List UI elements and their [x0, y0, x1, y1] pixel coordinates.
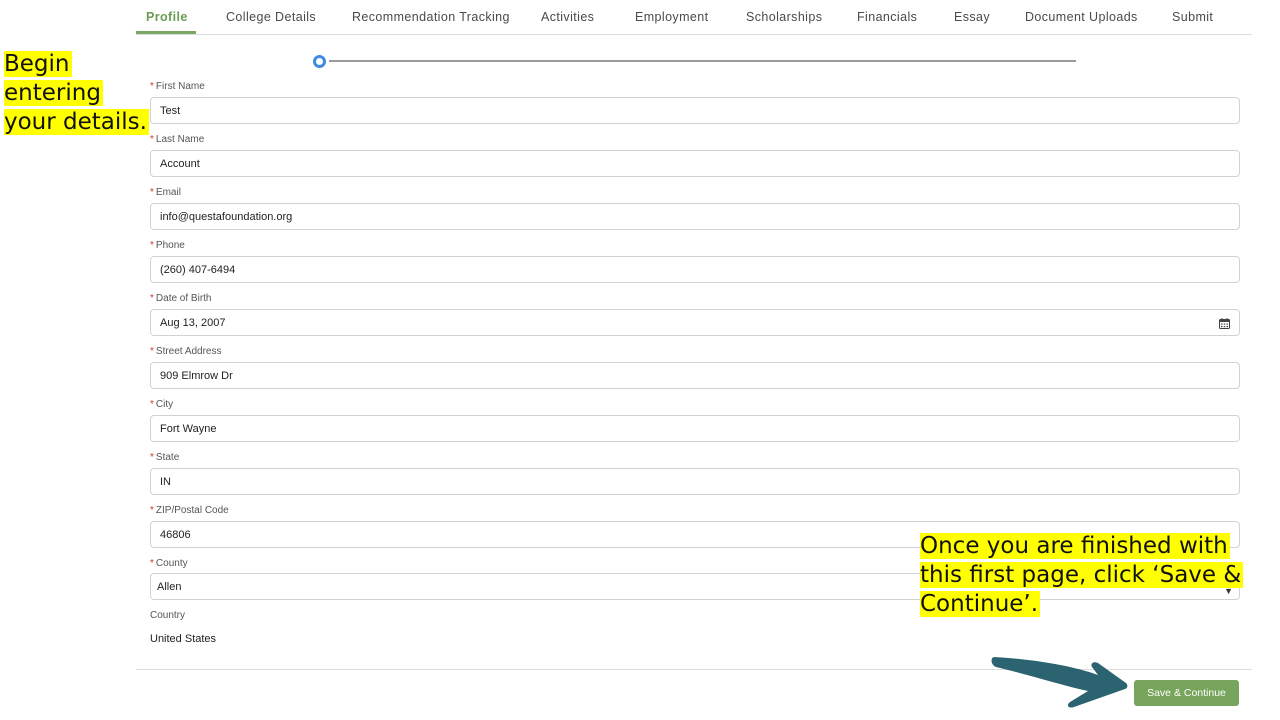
zip-label: * ZIP/Postal Code: [150, 505, 229, 516]
callout-line: Begin: [4, 51, 72, 77]
tab-submit[interactable]: Submit: [1172, 10, 1213, 24]
tab-bar: Profile College Details Recommendation T…: [136, 0, 1252, 35]
application-page: Profile College Details Recommendation T…: [0, 0, 1280, 720]
callout-line: entering: [4, 80, 103, 106]
tab-college-details[interactable]: College Details: [226, 10, 316, 24]
arrow-pointer-icon: [991, 657, 1128, 708]
progress-track: [329, 60, 1076, 62]
tab-scholarships[interactable]: Scholarships: [746, 10, 822, 24]
street-address-field[interactable]: 909 Elmrow Dr: [150, 362, 1240, 389]
callout-line: your details.: [4, 109, 149, 135]
email-label: * Email: [150, 187, 181, 198]
city-label: * City: [150, 399, 174, 410]
state-field[interactable]: IN: [150, 468, 1240, 495]
county-label: * County: [150, 558, 188, 569]
last-name-field[interactable]: Account: [150, 150, 1240, 177]
tab-financials[interactable]: Financials: [857, 10, 917, 24]
phone-field[interactable]: (260) 407-6494: [150, 256, 1240, 283]
date-of-birth-value: Aug 13, 2007: [160, 317, 226, 329]
save-continue-button[interactable]: Save & Continue: [1134, 680, 1239, 706]
date-of-birth-field[interactable]: Aug 13, 2007: [150, 309, 1240, 336]
callout-line: this first page, click ‘Save &: [920, 562, 1244, 588]
first-name-label: * First Name: [150, 81, 205, 92]
callout-begin-entering: Begin entering your details.: [4, 50, 154, 137]
phone-label: * Phone: [150, 240, 185, 251]
active-tab-indicator: [136, 31, 196, 34]
street-address-label: * Street Address: [150, 346, 222, 357]
progress-step-marker: [313, 55, 326, 68]
tab-document-uploads[interactable]: Document Uploads: [1025, 10, 1138, 24]
calendar-icon[interactable]: [1219, 318, 1230, 329]
tab-essay[interactable]: Essay: [954, 10, 990, 24]
tab-activities[interactable]: Activities: [541, 10, 594, 24]
email-field[interactable]: info@questafoundation.org: [150, 203, 1240, 230]
tab-recommendation-tracking[interactable]: Recommendation Tracking: [352, 10, 510, 24]
date-of-birth-label: * Date of Birth: [150, 293, 212, 304]
country-label: Country: [150, 610, 186, 621]
country-value: United States: [150, 633, 217, 645]
state-label: * State: [150, 452, 180, 463]
callout-save-continue: Once you are finished with this first pa…: [920, 532, 1250, 619]
county-selected-value: Allen: [157, 581, 182, 593]
last-name-label: * Last Name: [150, 134, 205, 145]
callout-line: Continue’.: [920, 591, 1041, 617]
city-field[interactable]: Fort Wayne: [150, 415, 1240, 442]
tab-profile[interactable]: Profile: [146, 10, 188, 24]
tab-employment[interactable]: Employment: [635, 10, 708, 24]
first-name-field[interactable]: Test: [150, 97, 1240, 124]
callout-line: Once you are finished with: [920, 533, 1230, 559]
